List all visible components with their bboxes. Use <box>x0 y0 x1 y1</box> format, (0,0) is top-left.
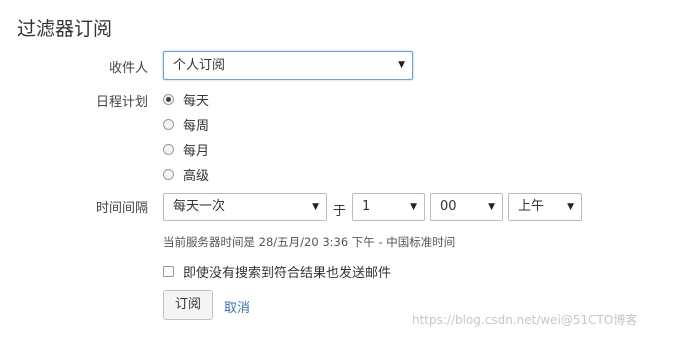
interval-label: 时间间隔 <box>95 201 148 216</box>
recipient-value: 个人订阅 <box>173 58 226 73</box>
ampm-select[interactable]: 上午 ▼ <box>508 193 582 221</box>
schedule-option-advanced[interactable]: 高级 <box>163 164 209 184</box>
radio-label: 每周 <box>183 118 210 134</box>
radio-label: 高级 <box>183 168 210 184</box>
cancel-link[interactable]: 取消 <box>224 297 250 316</box>
minute-value: 00 <box>440 199 457 214</box>
schedule-option-daily[interactable]: 每天 <box>163 89 209 109</box>
minute-select[interactable]: 00 ▼ <box>430 193 503 221</box>
subscribe-button[interactable]: 订阅 <box>163 290 213 320</box>
frequency-value: 每天一次 <box>173 199 226 214</box>
recipient-select[interactable]: 个人订阅 ▼ <box>163 51 413 80</box>
radio-label: 每月 <box>183 143 210 159</box>
radio-button[interactable] <box>163 143 174 155</box>
recipient-label: 收件人 <box>108 61 148 76</box>
ampm-value: 上午 <box>518 199 545 214</box>
page-title: 过滤器订阅 <box>17 18 113 40</box>
radio-button[interactable] <box>163 168 174 180</box>
schedule-option-monthly[interactable]: 每月 <box>163 139 209 159</box>
watermark: https://blog.csdn.net/wei@51CTO博客 <box>412 313 638 327</box>
schedule-option-weekly[interactable]: 每周 <box>163 114 209 134</box>
radio-label: 每天 <box>183 93 210 109</box>
server-time-text: 当前服务器时间是 28/五月/20 3:36 下午 - 中国标准时间 <box>163 235 456 249</box>
dropdown-caret-icon: ▼ <box>398 60 405 70</box>
send-empty-option[interactable]: 即使没有搜索到符合结果也发送邮件 <box>163 262 391 281</box>
at-label: 于 <box>333 204 347 219</box>
send-empty-checkbox[interactable] <box>163 266 174 277</box>
frequency-select[interactable]: 每天一次 ▼ <box>163 193 327 221</box>
hour-select[interactable]: 1 ▼ <box>352 193 425 221</box>
schedule-label: 日程计划 <box>95 95 148 110</box>
radio-button[interactable] <box>163 118 174 130</box>
dropdown-caret-icon: ▼ <box>410 202 417 212</box>
radio-button[interactable] <box>163 93 174 105</box>
hour-value: 1 <box>362 199 371 214</box>
dropdown-caret-icon: ▼ <box>567 202 574 212</box>
send-empty-label: 即使没有搜索到符合结果也发送邮件 <box>183 266 392 281</box>
dropdown-caret-icon: ▼ <box>312 202 319 212</box>
dropdown-caret-icon: ▼ <box>488 202 495 212</box>
